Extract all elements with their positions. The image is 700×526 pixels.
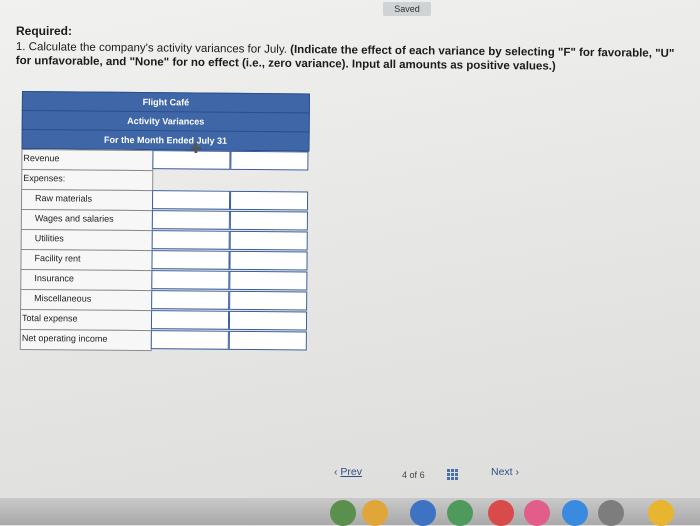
app-store-icon[interactable] <box>562 500 588 526</box>
page-counter: 4 of 6 <box>402 470 425 480</box>
wages-amount-input[interactable] <box>151 210 230 230</box>
raw-materials-effect-select[interactable] <box>229 190 309 211</box>
row-label-utilities: Utilities <box>34 233 64 244</box>
next-button[interactable]: Next › <box>491 466 519 478</box>
current-page: 4 <box>402 470 408 480</box>
next-label: Next <box>491 466 513 478</box>
app-icon[interactable] <box>488 500 514 526</box>
app-icon[interactable] <box>648 500 674 526</box>
miscellaneous-effect-select[interactable] <box>229 290 308 311</box>
facility-rent-effect-select[interactable] <box>229 250 308 271</box>
total-expense-amount-input[interactable] <box>150 310 230 330</box>
wages-effect-select[interactable] <box>229 210 308 231</box>
app-icon[interactable] <box>362 500 388 526</box>
activity-variance-worksheet: Flight Café Activity Variances For the M… <box>19 91 310 352</box>
insurance-effect-select[interactable] <box>229 270 308 291</box>
total-expense-effect-select[interactable] <box>228 310 308 331</box>
total-pages: 6 <box>419 470 425 480</box>
required-heading: Required: <box>16 24 73 38</box>
facility-rent-amount-input[interactable] <box>151 250 230 270</box>
row-label-expenses: Expenses: <box>23 173 66 184</box>
utilities-effect-select[interactable] <box>229 230 308 251</box>
prev-label: Prev <box>340 466 363 478</box>
row-label-insurance: Insurance <box>34 273 74 284</box>
settings-icon[interactable] <box>598 500 624 526</box>
worksheet-period: For the Month Ended July 31 <box>21 128 310 152</box>
row-label-raw-materials: Raw materials <box>35 193 93 204</box>
net-operating-income-effect-select[interactable] <box>228 330 307 351</box>
insurance-amount-input[interactable] <box>151 270 230 290</box>
miscellaneous-amount-input[interactable] <box>151 290 230 310</box>
app-icon[interactable] <box>410 500 436 526</box>
row-label-wages-and-salaries: Wages and salaries <box>34 213 114 224</box>
chevron-right-icon: › <box>515 466 520 478</box>
raw-materials-amount-input[interactable] <box>151 190 231 210</box>
utilities-amount-input[interactable] <box>151 230 230 250</box>
of-label: of <box>409 470 418 480</box>
row-label-net-operating-income: Net operating income <box>21 333 108 344</box>
prev-button[interactable]: ‹ Prev <box>334 466 362 478</box>
crosshair-cursor-icon: ✚ <box>190 140 202 156</box>
row-label-revenue: Revenue <box>23 153 60 164</box>
row-label-total-expense: Total expense <box>21 313 78 324</box>
row-label-facility-rent: Facility rent <box>34 253 81 264</box>
grid-icon[interactable] <box>447 469 459 481</box>
net-operating-income-amount-input[interactable] <box>150 330 229 350</box>
revenue-effect-select[interactable] <box>230 150 309 171</box>
saved-status-badge: Saved <box>383 2 431 16</box>
chevron-left-icon: ‹ <box>334 466 338 478</box>
row-label-miscellaneous: Miscellaneous <box>34 293 92 304</box>
app-icon[interactable] <box>330 500 356 526</box>
music-icon[interactable] <box>524 500 550 526</box>
instruction-text: 1. Calculate the company's activity vari… <box>15 40 291 56</box>
app-icon[interactable] <box>447 500 473 526</box>
